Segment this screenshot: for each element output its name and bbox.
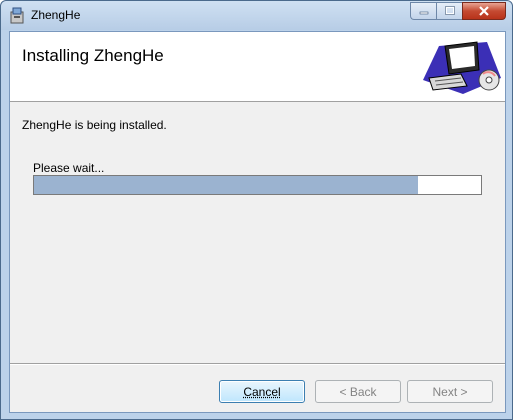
maximize-icon bbox=[444, 6, 455, 15]
footer-divider bbox=[10, 363, 505, 365]
page-title: Installing ZhengHe bbox=[22, 46, 164, 65]
caption-buttons bbox=[410, 2, 506, 20]
minimize-button[interactable] bbox=[410, 2, 436, 20]
install-status-text: ZhengHe is being installed. bbox=[22, 118, 167, 132]
next-button-label: Next > bbox=[432, 384, 468, 399]
back-button-label: < Back bbox=[339, 384, 377, 399]
close-icon bbox=[479, 6, 489, 16]
install-progress-bar bbox=[33, 175, 482, 195]
back-button[interactable]: < Back bbox=[315, 380, 401, 403]
window-title: ZhengHe bbox=[31, 8, 81, 22]
installer-window: ZhengHe Installing ZhengHe ZhengHe is be… bbox=[0, 0, 513, 420]
please-wait-label: Please wait... bbox=[33, 161, 105, 175]
close-button[interactable] bbox=[462, 2, 506, 20]
progress-bar-fill bbox=[34, 176, 419, 194]
banner-header: Installing ZhengHe bbox=[10, 32, 505, 102]
cancel-button[interactable]: Cancel bbox=[219, 380, 305, 403]
maximize-button[interactable] bbox=[436, 2, 462, 20]
title-bar[interactable]: ZhengHe bbox=[1, 1, 512, 30]
next-button[interactable]: Next > bbox=[407, 380, 493, 403]
cancel-button-label: Cancel bbox=[243, 384, 281, 399]
minimize-icon bbox=[419, 11, 428, 15]
computer-setup-illustration bbox=[421, 34, 503, 98]
installer-body: Installing ZhengHe ZhengHe is being inst… bbox=[9, 31, 506, 413]
installer-package-icon bbox=[9, 6, 25, 24]
